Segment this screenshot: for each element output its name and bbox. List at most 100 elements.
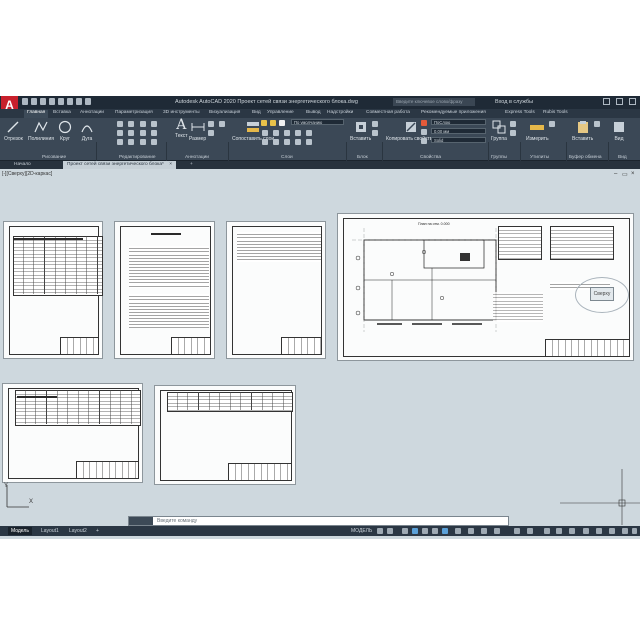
lineweight-select[interactable]: 0.00 мм bbox=[431, 128, 486, 134]
panel-label-modify[interactable]: Редактирование bbox=[119, 155, 156, 160]
layer-off-icon[interactable] bbox=[284, 130, 290, 136]
layer-match-icon[interactable] bbox=[262, 139, 268, 145]
edit-block-icon[interactable] bbox=[372, 130, 378, 136]
viewport-restore-icon[interactable]: ▭ bbox=[622, 171, 628, 178]
close-tab-icon[interactable]: × bbox=[169, 162, 172, 167]
redo-icon[interactable] bbox=[76, 98, 82, 105]
rotate-icon[interactable] bbox=[128, 121, 134, 127]
layer-delete-icon[interactable] bbox=[295, 139, 301, 145]
workspace-icon[interactable] bbox=[527, 528, 533, 534]
color-wheel-icon[interactable] bbox=[421, 120, 427, 126]
isodraft-icon[interactable] bbox=[422, 528, 428, 534]
line-tool[interactable]: Отрезок bbox=[4, 120, 23, 142]
layout-tab-1[interactable]: Layout1 bbox=[38, 527, 62, 535]
command-input[interactable]: Введите команду bbox=[157, 517, 197, 525]
table-icon[interactable] bbox=[208, 130, 214, 136]
explode-icon[interactable] bbox=[151, 130, 157, 136]
tab-home[interactable]: Главная bbox=[24, 110, 49, 118]
save-as-icon[interactable] bbox=[49, 98, 55, 105]
customize-menu-icon[interactable] bbox=[632, 528, 637, 534]
tab-3d-tools[interactable]: 3D инструменты bbox=[163, 110, 200, 115]
annotation-monitor-icon[interactable] bbox=[544, 528, 550, 534]
tab-rubis-tools[interactable]: Rubis Tools bbox=[543, 110, 568, 115]
layout-tab-model[interactable]: Модель bbox=[8, 527, 32, 535]
ortho-icon[interactable] bbox=[402, 528, 408, 534]
tab-annotate[interactable]: Аннотации bbox=[80, 110, 104, 115]
share-icon[interactable] bbox=[85, 98, 91, 105]
layer-freeze-icon[interactable] bbox=[273, 130, 279, 136]
command-line-tools[interactable] bbox=[129, 517, 153, 525]
trim-icon[interactable] bbox=[140, 121, 146, 127]
model-space-button[interactable]: МОДЕЛЬ bbox=[348, 527, 375, 535]
lineweight-toggle-icon[interactable] bbox=[455, 528, 461, 534]
tab-featured-apps[interactable]: Рекомендуемые приложения bbox=[421, 110, 486, 115]
new-tab-button[interactable]: + bbox=[190, 161, 193, 169]
paste-tool[interactable]: Вставить bbox=[572, 120, 593, 142]
tab-output[interactable]: Вывод bbox=[306, 110, 321, 115]
panel-label-utilities[interactable]: Утилиты bbox=[530, 155, 549, 160]
drawing-sheet-6[interactable] bbox=[154, 385, 296, 485]
sign-in-button[interactable]: Вход в службы bbox=[495, 99, 533, 105]
stretch-icon[interactable] bbox=[117, 139, 123, 145]
panel-label-draw[interactable]: Рисование bbox=[42, 155, 66, 160]
close-icon[interactable] bbox=[629, 98, 636, 105]
text-tool[interactable]: A Текст bbox=[175, 118, 188, 140]
viewport-minimize-icon[interactable]: – bbox=[614, 171, 617, 177]
panel-label-layers[interactable]: Слои bbox=[281, 155, 293, 160]
tab-collaborate[interactable]: Совместная работа bbox=[366, 110, 410, 115]
sun-icon[interactable] bbox=[270, 120, 276, 126]
copy-clip-icon[interactable] bbox=[594, 121, 600, 127]
layer-iso-icon[interactable] bbox=[262, 130, 268, 136]
selection-cycling-icon[interactable] bbox=[481, 528, 487, 534]
color-select[interactable]: ПоСлою bbox=[431, 119, 486, 125]
tab-manage[interactable]: Управление bbox=[267, 110, 294, 115]
annotation-scale-icon[interactable] bbox=[494, 528, 500, 534]
polyline-tool[interactable]: Полилиния bbox=[28, 120, 54, 142]
tab-visualize[interactable]: Визуализация bbox=[209, 110, 240, 115]
print-icon[interactable] bbox=[58, 98, 64, 105]
tab-addins[interactable]: Надстройки bbox=[327, 110, 353, 115]
fillet-icon[interactable] bbox=[140, 130, 146, 136]
scale-icon[interactable] bbox=[128, 139, 134, 145]
units-icon[interactable] bbox=[569, 528, 575, 534]
panel-label-groups[interactable]: Группы bbox=[491, 155, 507, 160]
circle-tool[interactable]: Круг bbox=[58, 120, 72, 142]
tab-insert[interactable]: Вставка bbox=[53, 110, 71, 115]
osnap-icon[interactable] bbox=[442, 528, 448, 534]
command-line[interactable]: Введите команду bbox=[128, 516, 509, 526]
new-icon[interactable] bbox=[22, 98, 28, 105]
calculator-icon[interactable] bbox=[549, 121, 555, 127]
minimize-icon[interactable] bbox=[603, 98, 610, 105]
tab-view[interactable]: Вид bbox=[252, 110, 261, 115]
gear-icon[interactable] bbox=[556, 528, 562, 534]
offset-icon[interactable] bbox=[151, 139, 157, 145]
drawing-sheet-3[interactable] bbox=[226, 221, 326, 359]
polar-icon[interactable] bbox=[412, 528, 418, 534]
linetype-icon[interactable] bbox=[421, 138, 427, 144]
transparency-icon[interactable] bbox=[468, 528, 474, 534]
grid-icon[interactable] bbox=[377, 528, 383, 534]
save-icon[interactable] bbox=[40, 98, 46, 105]
layer-properties-icon[interactable] bbox=[219, 121, 225, 127]
layout-tab-2[interactable]: Layout2 bbox=[66, 527, 90, 535]
ungroup-icon[interactable] bbox=[510, 121, 516, 127]
copy-properties-tool[interactable]: Копировать свойства bbox=[386, 120, 435, 142]
color-swatch-icon[interactable] bbox=[279, 120, 285, 126]
layer-merge-icon[interactable] bbox=[284, 139, 290, 145]
maximize-icon[interactable] bbox=[616, 98, 623, 105]
measure-tool[interactable]: Измерить bbox=[526, 120, 549, 142]
drawing-sheet-5[interactable] bbox=[2, 383, 143, 483]
arc-tool[interactable]: Дуга bbox=[80, 120, 94, 142]
group-tool[interactable]: Группа bbox=[491, 120, 507, 142]
tab-drawing-file[interactable]: Проект сетей связи энергетического блока… bbox=[63, 161, 177, 169]
viewcube[interactable]: Сверху bbox=[590, 287, 614, 301]
layer-lock-icon[interactable] bbox=[295, 130, 301, 136]
panel-label-properties[interactable]: Свойства bbox=[420, 155, 441, 160]
snap-icon[interactable] bbox=[387, 528, 393, 534]
layer-current-icon[interactable] bbox=[273, 139, 279, 145]
layer-walk-icon[interactable] bbox=[306, 130, 312, 136]
erase-icon[interactable] bbox=[151, 121, 157, 127]
move-icon[interactable] bbox=[117, 121, 123, 127]
create-block-icon[interactable] bbox=[372, 121, 378, 127]
lineweight-icon[interactable] bbox=[421, 129, 427, 135]
